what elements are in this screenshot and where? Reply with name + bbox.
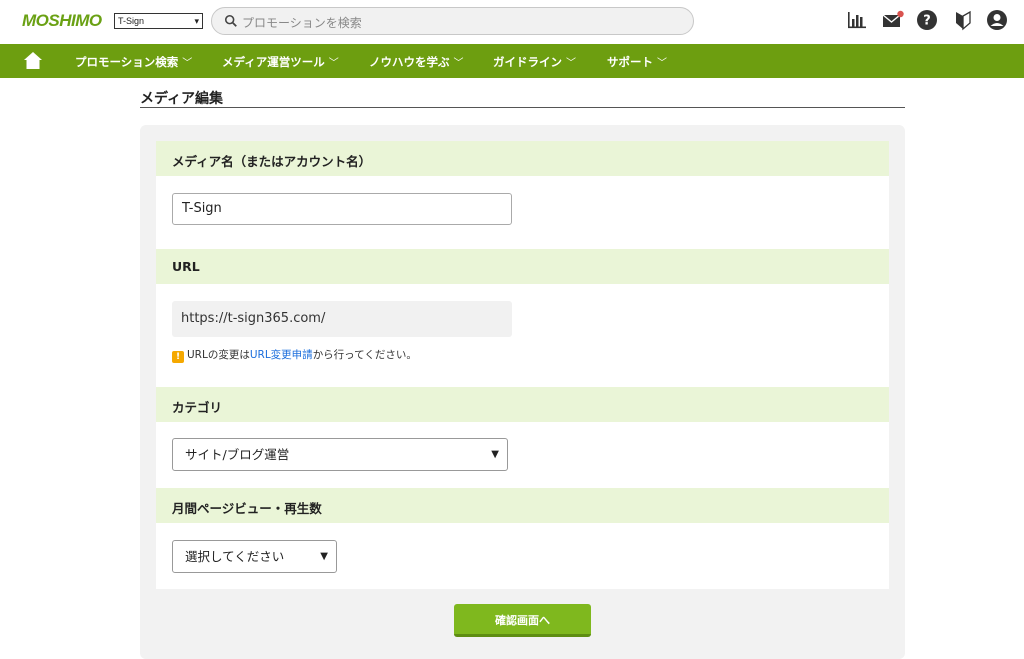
media-select[interactable]: T-Sign ▾	[114, 13, 203, 29]
nav-support[interactable]: サポート ﹀	[607, 54, 667, 70]
search-icon	[224, 14, 237, 27]
confirm-button[interactable]: 確認画面へ	[454, 604, 591, 637]
chevron-down-icon: ﹀	[328, 58, 339, 69]
svg-text:?: ?	[923, 14, 931, 29]
form-card: メディア名（またはアカウント名） T-Sign URL https://t-si…	[140, 125, 905, 659]
mail-icon[interactable]	[882, 9, 904, 31]
nav-promotion-search[interactable]: プロモーション検索 ﹀	[75, 54, 192, 70]
form-panel: メディア名（またはアカウント名） T-Sign URL https://t-si…	[156, 141, 889, 589]
nav-knowhow[interactable]: ノウハウを学ぶ ﹀	[369, 54, 464, 70]
title-divider	[140, 107, 905, 108]
section-label: カテゴリ	[172, 400, 223, 415]
chevron-down-icon: ﹀	[566, 58, 576, 69]
section-header-category: カテゴリ	[156, 387, 889, 422]
page-title: メディア編集	[140, 91, 224, 107]
media-name-input[interactable]: T-Sign	[172, 193, 512, 225]
nav-label: プロモーション検索	[75, 55, 179, 69]
url-readonly-field: https://t-sign365.com/	[172, 301, 512, 337]
section-header-pageviews: 月間ページビュー・再生数	[156, 488, 889, 523]
chevron-down-icon: ▾	[194, 16, 199, 26]
help-icon[interactable]: ?	[916, 9, 938, 31]
user-icon[interactable]	[986, 9, 1008, 31]
category-select[interactable]: サイト/ブログ運営 ▼	[172, 438, 508, 471]
section-label: メディア名（またはアカウント名）	[172, 154, 372, 169]
search-placeholder: プロモーションを検索	[242, 16, 362, 30]
nav-media-tools[interactable]: メディア運営ツール ﹀	[222, 54, 339, 70]
section-header-url: URL	[156, 249, 889, 284]
chevron-down-icon: ﹀	[453, 58, 464, 69]
note-text: URLの変更は	[187, 349, 250, 361]
top-header: MOSHIMO T-Sign ▾ プロモーションを検索 ?	[0, 0, 1024, 44]
media-select-value: T-Sign	[118, 16, 145, 26]
note-text: から行ってください。	[312, 349, 417, 361]
url-change-request-link[interactable]: URL変更申請	[250, 349, 313, 361]
section-label: 月間ページビュー・再生数	[172, 501, 322, 516]
nav-label: ガイドライン	[493, 55, 562, 69]
chevron-down-icon: ﹀	[657, 58, 667, 69]
logo-text: MOSHIMO	[22, 11, 102, 30]
chevron-down-icon: ▼	[491, 449, 499, 460]
nav-guidelines[interactable]: ガイドライン ﹀	[493, 54, 576, 70]
pageviews-select-value: 選択してください	[185, 549, 285, 564]
home-icon[interactable]	[24, 52, 42, 69]
search-bar[interactable]: プロモーションを検索	[211, 7, 694, 35]
nav-label: ノウハウを学ぶ	[369, 55, 450, 69]
chevron-down-icon: ▼	[320, 551, 328, 562]
report-chart-icon[interactable]	[846, 9, 868, 31]
header-icons: ?	[846, 9, 1016, 33]
moshimo-logo[interactable]: MOSHIMO	[22, 11, 102, 31]
nav-label: メディア運営ツール	[222, 55, 325, 69]
section-header-media-name: メディア名（またはアカウント名）	[156, 141, 889, 176]
section-label: URL	[172, 259, 200, 274]
url-change-note: ! URLの変更はURL変更申請から行ってください。	[172, 347, 417, 363]
warning-icon: !	[172, 351, 184, 363]
beginner-icon[interactable]	[952, 9, 974, 31]
main-nav: プロモーション検索 ﹀ メディア運営ツール ﹀ ノウハウを学ぶ ﹀ ガイドライン ﹀ サ…	[0, 44, 1024, 78]
category-select-value: サイト/ブログ運営	[185, 447, 290, 462]
pageviews-select[interactable]: 選択してください ▼	[172, 540, 337, 573]
chevron-down-icon: ﹀	[182, 58, 193, 69]
nav-label: サポート	[607, 55, 653, 69]
